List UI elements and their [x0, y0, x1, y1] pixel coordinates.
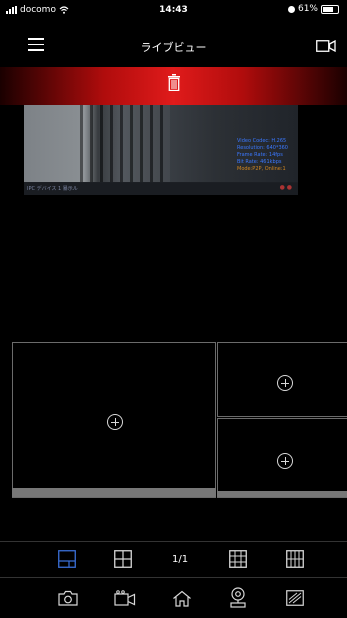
video-tile[interactable]: Video Codec: H.265 Resolution: 640*360 F…: [24, 105, 298, 195]
battery-indicator: 61%: [287, 4, 339, 14]
page-indicator: 1/1: [172, 554, 189, 565]
home-icon[interactable]: [172, 590, 192, 607]
recording-status-icon: ● ●: [279, 184, 292, 191]
stream-mode: Mode:P2P, Online:1: [237, 166, 286, 172]
page-title: ライブビュー: [140, 41, 207, 54]
record-icon[interactable]: [114, 590, 136, 606]
trash-icon: [168, 74, 180, 91]
stream-info: Video Codec: H.265 Resolution: 640*360 F…: [237, 138, 288, 173]
delete-drop-zone[interactable]: [0, 67, 347, 105]
add-device-icon[interactable]: [277, 375, 293, 391]
stream-info-line: Resolution: 640*360: [237, 145, 288, 151]
empty-channel-tile[interactable]: [12, 342, 216, 498]
battery-icon: [321, 4, 339, 14]
empty-channel-tile[interactable]: [217, 418, 347, 498]
tile-status-strip: [217, 491, 347, 497]
stream-info-line: Frame Rate: 14fps: [237, 152, 283, 158]
tile-status-strip: [12, 488, 216, 497]
camera-feed-detail: [80, 105, 170, 182]
quad-layout-icon[interactable]: [114, 550, 132, 568]
header: ライブビュー: [0, 25, 347, 67]
layout-toolbar: 1/1: [0, 541, 347, 577]
empty-channel-tile[interactable]: [217, 342, 347, 417]
grid-layout-icon[interactable]: [229, 550, 247, 568]
stream-info-line: Video Codec: H.265: [237, 138, 287, 144]
battery-percent: 61%: [297, 4, 318, 14]
camera-icon[interactable]: [316, 40, 336, 52]
fullscreen-icon[interactable]: [286, 590, 304, 606]
multi-grid-layout-icon[interactable]: [286, 550, 304, 568]
add-device-icon[interactable]: [107, 414, 123, 430]
bottom-nav: [0, 577, 347, 618]
alarm-icon: [287, 5, 295, 13]
add-device-icon[interactable]: [277, 453, 293, 469]
video-caption: IPC デバイス 1 暴示ル: [27, 186, 78, 192]
ptz-icon[interactable]: [229, 587, 247, 608]
single-layout-icon[interactable]: [58, 550, 76, 568]
status-bar: docomo 14:43 61%: [0, 0, 347, 22]
snapshot-icon[interactable]: [58, 590, 78, 606]
stream-info-line: Bit Rate: 461kbps: [237, 159, 282, 165]
